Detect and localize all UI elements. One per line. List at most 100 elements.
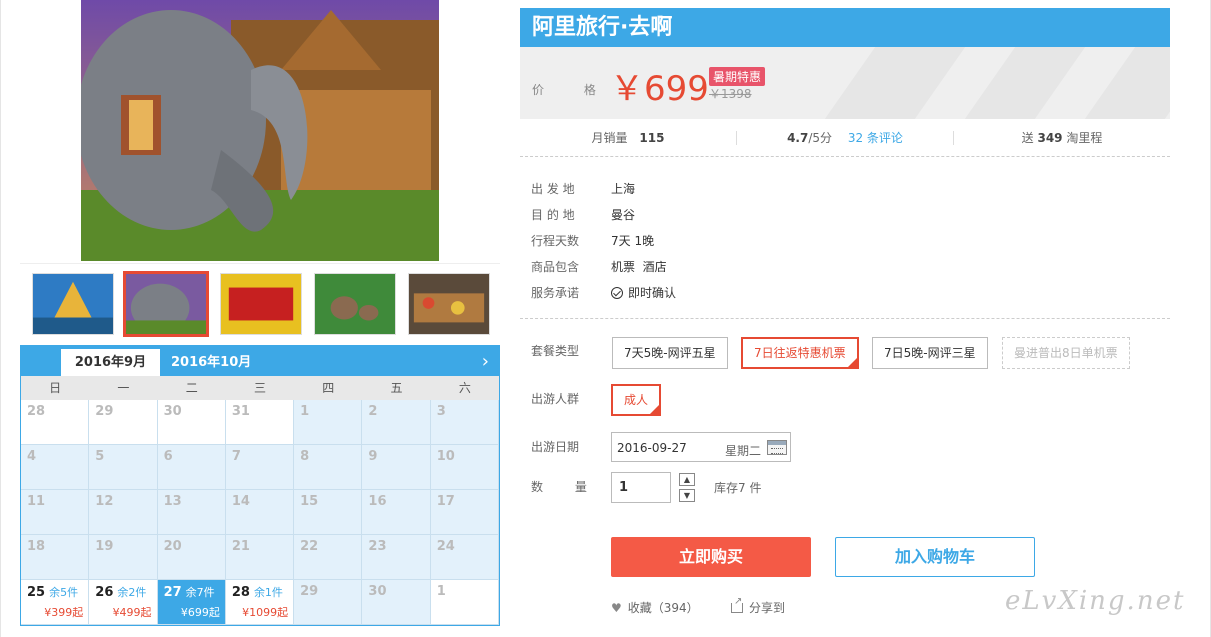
photo-divider — [20, 263, 500, 264]
calendar-day-past: 30 — [157, 400, 226, 445]
calendar-day-selected[interactable]: 27 余7件 ¥699起 — [157, 580, 226, 625]
info-value: 曼谷 — [611, 207, 636, 222]
day-stock: 余5件 — [49, 586, 79, 599]
calendar-day: 8 — [294, 445, 363, 490]
weekday-label: 五 — [390, 381, 403, 395]
weekday-label: 三 — [253, 381, 266, 395]
info-value: 机票 酒店 — [611, 259, 667, 274]
weekday-value: 星期二 — [725, 444, 762, 458]
calendar-day: 13 — [157, 490, 226, 535]
info-label: 商品包含 — [531, 259, 580, 274]
calendar-tab-next-month[interactable]: 2016年10月 — [171, 349, 251, 376]
package-option-1[interactable]: 7天5晚-网评五星 — [612, 337, 728, 369]
day-price: ¥499起 — [112, 606, 152, 619]
info-label: 行程天数 — [531, 233, 580, 248]
chevron-right-icon[interactable]: › — [482, 351, 489, 372]
thumbnail-4[interactable] — [314, 273, 396, 335]
favorite-label: 收藏（394） — [627, 601, 699, 615]
info-label: 服务承诺 — [531, 285, 580, 300]
calendar-day-available[interactable]: 25 余5件 ¥399起 — [21, 580, 90, 625]
calendar-header: 2016年9月 2016年10月 › — [21, 346, 499, 376]
rating: 4.7/5分 32 条评论 — [737, 129, 953, 146]
calendar-day: 15 — [294, 490, 363, 535]
day-number: 26 — [95, 585, 114, 600]
departure-date-picker[interactable]: 2016-09-27 星期二 — [611, 432, 791, 462]
thumbnail-strip — [30, 271, 500, 337]
package-option-3[interactable]: 7日5晚-网评三星 — [872, 337, 988, 369]
calendar-day: 11 — [21, 490, 90, 535]
calendar-day: 6 — [157, 445, 226, 490]
weekday-label: 一 — [117, 381, 130, 395]
calendar-day: 7 — [225, 445, 295, 490]
calendar-day: 10 — [430, 445, 499, 490]
calendar-day: 9 — [362, 445, 431, 490]
day-stock: 余2件 — [117, 586, 147, 599]
service-text: 即时确认 — [628, 285, 677, 300]
chevron-down-icon[interactable]: ▼ — [679, 489, 695, 502]
chevron-up-icon[interactable]: ▲ — [679, 473, 695, 486]
weekday-label: 六 — [458, 381, 471, 395]
points-value: 349 — [1037, 131, 1063, 145]
quantity-label: 数 量 — [531, 480, 601, 494]
calendar-day: 29 — [294, 580, 363, 625]
calendar-day-past: 31 — [225, 400, 295, 445]
calendar-day: 20 — [157, 535, 226, 580]
monthly-sales: 月销量 115 — [520, 129, 736, 146]
calendar-day-available[interactable]: 26 余2件 ¥499起 — [89, 580, 158, 625]
thumbnail-5[interactable] — [408, 273, 490, 335]
calendar-icon[interactable] — [767, 440, 787, 455]
weekday-label: 二 — [185, 381, 198, 395]
day-number: 25 — [27, 585, 46, 600]
calendar-tab-current-month[interactable]: 2016年9月 — [61, 349, 160, 376]
calendar-day: 14 — [225, 490, 295, 535]
calendar-day: 5 — [89, 445, 158, 490]
favorite-button[interactable]: ♥ 收藏（394） — [611, 599, 699, 616]
points: 送 349 淘里程 — [954, 129, 1170, 146]
day-price: ¥699起 — [180, 606, 220, 619]
info-value: 7天 1晚 — [611, 233, 655, 248]
share-icon — [731, 596, 743, 613]
traveler-option-adult[interactable]: 成人 — [611, 384, 662, 434]
heart-icon: ♥ — [611, 601, 622, 615]
calendar-day: 18 — [21, 535, 90, 580]
calendar-day: 24 — [430, 535, 499, 580]
calendar-day: 3 — [430, 400, 499, 445]
calendar-day: 19 — [89, 535, 158, 580]
calendar-day-past: 28 — [21, 400, 90, 445]
calendar-day-past: 29 — [89, 400, 158, 445]
reviews-link[interactable]: 32 条评论 — [848, 131, 903, 145]
thumbnail-3[interactable] — [220, 273, 302, 335]
traveler-option-label: 成人 — [624, 393, 649, 407]
main-product-photo — [81, 0, 439, 261]
check-circle-icon — [611, 286, 623, 299]
watermark: eLvXing.net — [1005, 586, 1186, 616]
rating-suffix: /5分 — [808, 131, 833, 145]
info-row-departure: 出 发 地 上海 — [531, 175, 1131, 201]
day-number: 28 — [231, 585, 250, 600]
add-to-cart-button[interactable]: 加入购物车 — [835, 537, 1035, 577]
calendar-day: 30 — [362, 580, 431, 625]
calendar-day-available[interactable]: 28 余1件 ¥1099起 — [225, 580, 295, 625]
weekday-label: 日 — [49, 381, 62, 395]
calendar-day: 4 — [21, 445, 90, 490]
thumbnail-1[interactable] — [32, 273, 114, 335]
date-value: 2016-09-27 — [617, 441, 687, 455]
calendar-day: 12 — [89, 490, 158, 535]
buy-now-button[interactable]: 立即购买 — [611, 537, 811, 577]
price-band: 价 格 ￥699 暑期特惠 ￥1398 — [520, 47, 1170, 119]
calendar-day: 21 — [225, 535, 295, 580]
calendar-day: 16 — [362, 490, 431, 535]
calendar-weekdays: 日 一 二 三 四 五 六 — [21, 376, 499, 400]
calendar-day: 23 — [362, 535, 431, 580]
thumbnail-2[interactable] — [123, 271, 209, 337]
package-option-2[interactable]: 7日往返特惠机票 — [741, 337, 859, 387]
calendar-day: 2 — [362, 400, 431, 445]
quantity-input[interactable]: 1 — [611, 472, 671, 503]
calendar-day: 22 — [294, 535, 363, 580]
share-button[interactable]: 分享到 — [731, 596, 785, 616]
info-row-service: 服务承诺 即时确认 — [531, 279, 1131, 305]
sales-value: 115 — [639, 131, 665, 145]
info-value: 上海 — [611, 181, 636, 196]
stock-text: 库存7 件 — [714, 481, 762, 495]
info-value-service: 即时确认 — [611, 284, 676, 301]
